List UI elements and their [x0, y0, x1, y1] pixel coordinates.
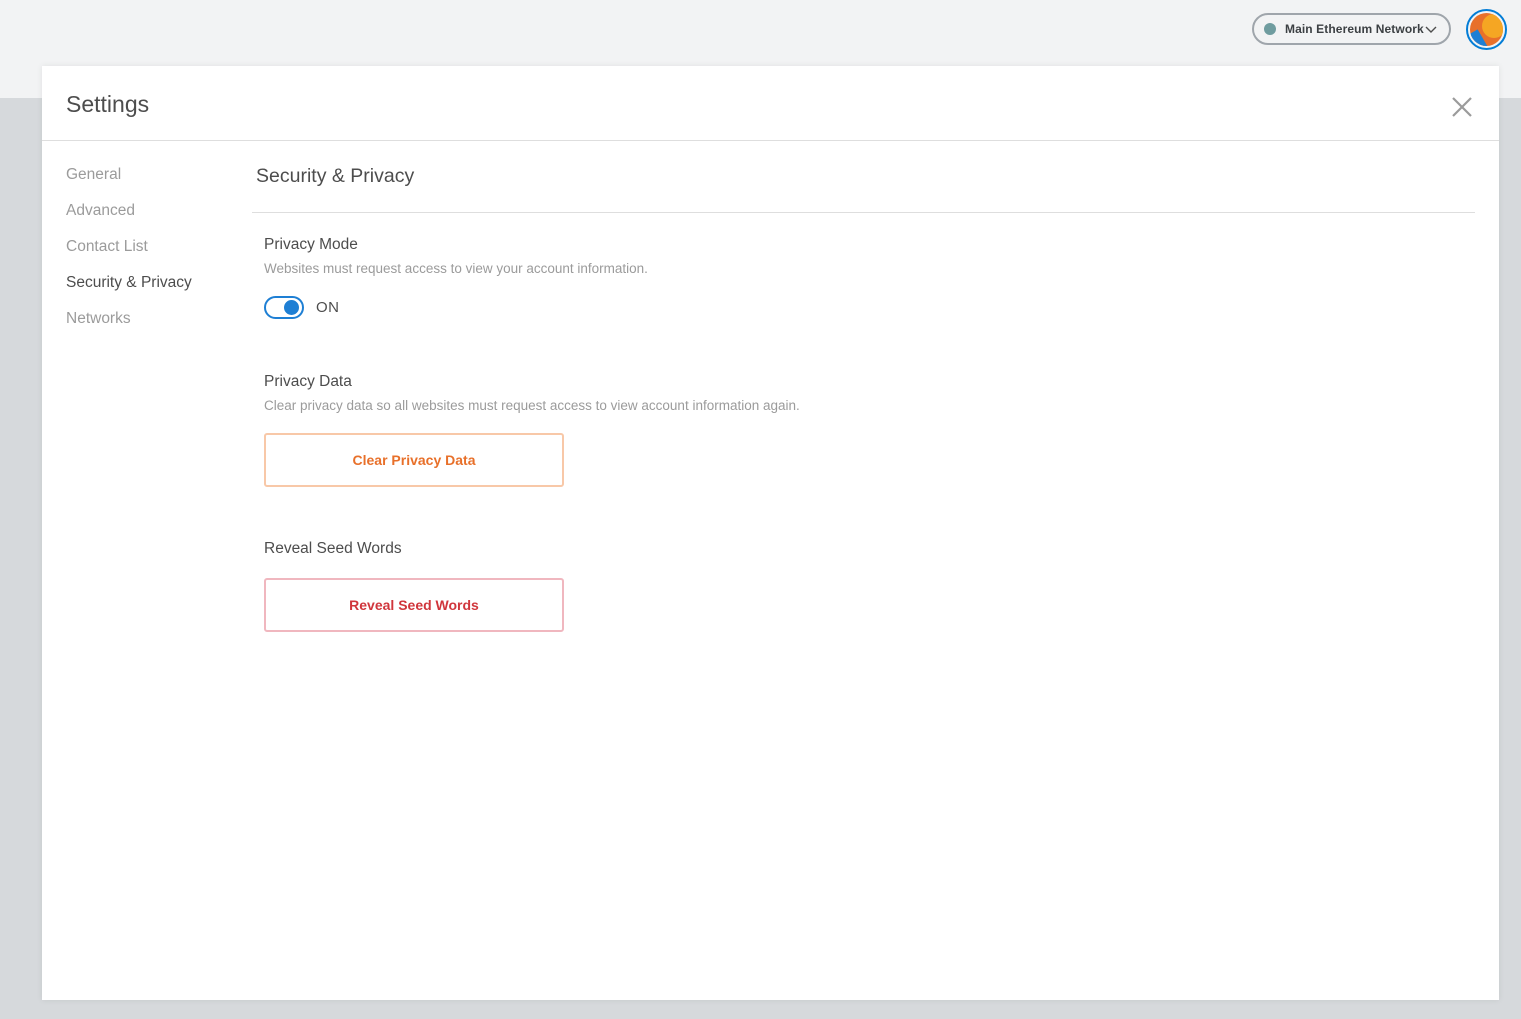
- seed-words-label: Reveal Seed Words: [264, 540, 402, 557]
- account-identicon: [1470, 13, 1503, 46]
- network-selector[interactable]: Main Ethereum Network: [1252, 13, 1451, 45]
- privacy-data-setting: Privacy Data Clear privacy data so all w…: [264, 373, 800, 487]
- network-status-dot: [1264, 23, 1276, 35]
- account-avatar[interactable]: [1466, 9, 1507, 50]
- page-title: Settings: [66, 91, 150, 117]
- sidebar-item-advanced[interactable]: Advanced: [66, 200, 246, 236]
- reveal-seed-words-button[interactable]: Reveal Seed Words: [264, 578, 564, 632]
- section-divider: [252, 212, 1475, 213]
- privacy-mode-description: Websites must request access to view you…: [264, 261, 648, 276]
- section-title: Security & Privacy: [256, 165, 415, 187]
- toggle-state-label: ON: [316, 299, 340, 316]
- toggle-knob: [284, 300, 299, 315]
- privacy-mode-toggle-row: ON: [264, 296, 648, 319]
- chevron-down-icon: [1425, 26, 1437, 33]
- seed-words-setting: Reveal Seed Words Reveal Seed Words: [264, 540, 564, 632]
- clear-privacy-data-button[interactable]: Clear Privacy Data: [264, 433, 564, 487]
- sidebar-item-general[interactable]: General: [66, 164, 246, 200]
- sidebar-item-networks[interactable]: Networks: [66, 308, 246, 344]
- settings-panel: Settings General Advanced Contact List S…: [42, 66, 1499, 1000]
- network-label: Main Ethereum Network: [1285, 22, 1424, 36]
- sidebar-item-security-privacy[interactable]: Security & Privacy: [66, 272, 246, 308]
- privacy-mode-label: Privacy Mode: [264, 236, 358, 253]
- settings-sidebar: General Advanced Contact List Security &…: [66, 164, 246, 344]
- close-icon[interactable]: [1449, 94, 1475, 120]
- privacy-mode-toggle[interactable]: [264, 296, 304, 319]
- privacy-mode-setting: Privacy Mode Websites must request acces…: [264, 236, 648, 319]
- privacy-data-label: Privacy Data: [264, 373, 352, 390]
- sidebar-item-contact-list[interactable]: Contact List: [66, 236, 246, 272]
- settings-header: Settings: [42, 66, 1499, 141]
- privacy-data-description: Clear privacy data so all websites must …: [264, 398, 800, 413]
